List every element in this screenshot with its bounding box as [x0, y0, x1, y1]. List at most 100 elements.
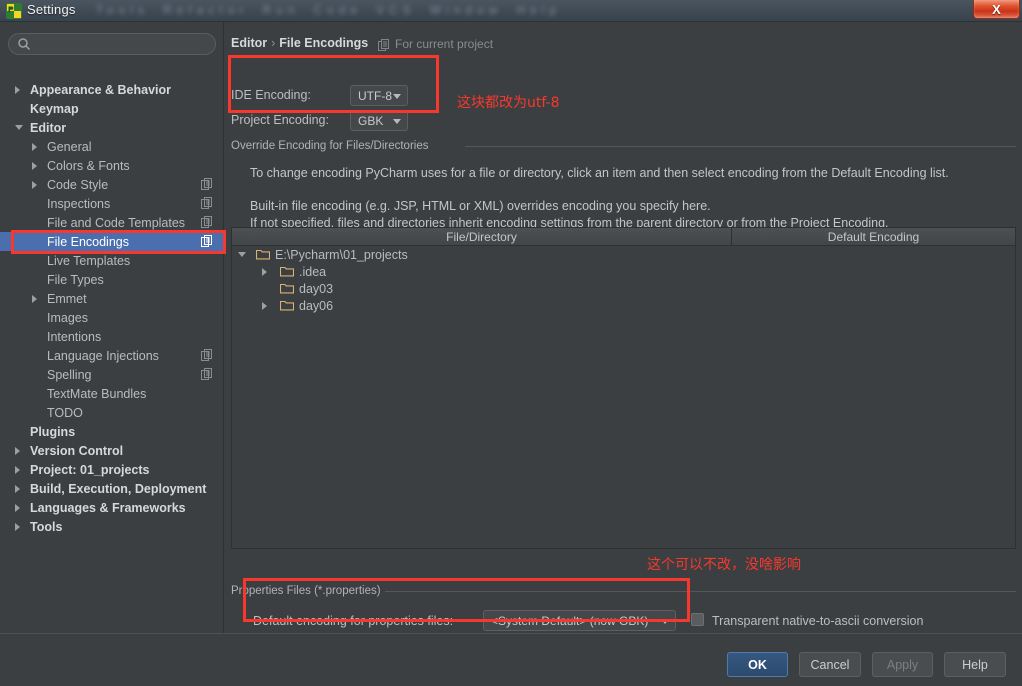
chevron-right-icon[interactable] [32, 142, 37, 151]
sidebar-item-label: Emmet [47, 291, 87, 306]
sidebar-item-label: File Encodings [47, 234, 129, 249]
project-encoding-value: GBK [358, 113, 384, 128]
sidebar-item-languages-frameworks[interactable]: Languages & Frameworks [0, 498, 224, 517]
sidebar-item-label: Code Style [47, 177, 109, 192]
sidebar-item-label: Colors & Fonts [47, 158, 130, 173]
cancel-button[interactable]: Cancel [799, 652, 861, 677]
sidebar-item-label: Inspections [47, 196, 111, 211]
ghost-menu-item: Tools [96, 3, 150, 17]
copy-settings-icon[interactable] [201, 178, 213, 190]
sidebar-item-tools[interactable]: Tools [0, 517, 224, 536]
sidebar-item-editor[interactable]: Editor [0, 118, 224, 137]
settings-dialog: Settings Tools Refactor Run Code VCS Window He… [0, 0, 1022, 686]
ghost-menu-item: Code [313, 3, 363, 17]
sidebar-item-emmet[interactable]: Emmet [0, 289, 224, 308]
sidebar-item-textmate-bundles[interactable]: TextMate Bundles [0, 384, 224, 403]
chevron-right-icon[interactable] [15, 465, 20, 474]
table-row[interactable]: day06 [232, 297, 1015, 314]
sidebar-item-language-injections[interactable]: Language Injections [0, 346, 224, 365]
sidebar-item-code-style[interactable]: Code Style [0, 175, 224, 194]
ghost-menu-item: VCS [376, 3, 416, 17]
apply-button[interactable]: Apply [872, 652, 933, 677]
copy-settings-icon[interactable] [201, 235, 213, 247]
chevron-down-icon[interactable] [15, 125, 23, 130]
sidebar-item-project-01-projects[interactable]: Project: 01_projects [0, 460, 224, 479]
sidebar-item-appearance-behavior[interactable]: Appearance & Behavior [0, 80, 224, 99]
sidebar-item-images[interactable]: Images [0, 308, 224, 327]
title-bar: Settings Tools Refactor Run Code VCS Window He… [0, 0, 1022, 22]
table-row[interactable]: .idea [232, 263, 1015, 280]
table-row[interactable]: E:\Pycharm\01_projects [232, 246, 1015, 263]
chevron-right-icon[interactable] [32, 161, 37, 170]
table-row[interactable]: day03 [232, 280, 1015, 297]
ghost-menu-item: Window [429, 3, 503, 17]
chevron-right-icon[interactable] [15, 503, 20, 512]
project-encoding-dropdown[interactable]: GBK [350, 110, 408, 131]
chevron-right-icon[interactable] [15, 522, 20, 531]
ide-encoding-label: IDE Encoding: [231, 88, 311, 102]
folder-icon [255, 248, 271, 260]
copy-settings-icon[interactable] [201, 197, 213, 209]
sidebar-item-label: Language Injections [47, 348, 159, 363]
sidebar-item-colors-fonts[interactable]: Colors & Fonts [0, 156, 224, 175]
sidebar-item-version-control[interactable]: Version Control [0, 441, 224, 460]
sidebar-item-file-encodings[interactable]: File Encodings [0, 232, 224, 251]
group-divider [385, 591, 1016, 592]
search-field[interactable] [8, 33, 216, 55]
transparent-native-to-ascii-checkbox[interactable] [691, 613, 704, 626]
project-encoding-label: Project Encoding: [231, 113, 329, 127]
sidebar-item-label: Languages & Frameworks [30, 500, 186, 515]
ok-button[interactable]: OK [727, 652, 788, 677]
chevron-right-icon[interactable] [32, 294, 37, 303]
annotation-text-properties: 这个可以不改，没啥影响 [647, 557, 801, 573]
sidebar-item-build-execution-deployment[interactable]: Build, Execution, Deployment [0, 479, 224, 498]
sidebar-item-file-and-code-templates[interactable]: File and Code Templates [0, 213, 224, 232]
breadcrumb: Editor › File Encodings [231, 36, 368, 50]
transparent-native-to-ascii-label: Transparent native-to-ascii conversion [712, 614, 924, 628]
chevron-down-icon[interactable] [238, 252, 246, 257]
sidebar-item-keymap[interactable]: Keymap [0, 99, 224, 118]
copy-settings-icon[interactable] [201, 368, 213, 380]
chevron-right-icon[interactable] [32, 180, 37, 189]
chevron-right-icon[interactable] [15, 446, 20, 455]
properties-encoding-dropdown[interactable]: <System Default> (now GBK) [483, 610, 676, 631]
ide-encoding-dropdown[interactable]: UTF-8 [350, 85, 408, 106]
sidebar-item-label: Live Templates [47, 253, 131, 268]
sidebar-item-inspections[interactable]: Inspections [0, 194, 224, 213]
ghost-menu-item: Help [516, 3, 562, 17]
background-menu-bar: Tools Refactor Run Code VCS Window Help [96, 3, 575, 17]
column-header-default-encoding[interactable]: Default Encoding [732, 228, 1015, 246]
copy-settings-icon[interactable] [201, 349, 213, 361]
override-group-title: Override Encoding for Files/Directories [231, 140, 435, 152]
sidebar-item-intentions[interactable]: Intentions [0, 327, 224, 346]
description-line-1: To change encoding PyCharm uses for a fi… [250, 166, 949, 180]
chevron-right-icon[interactable] [15, 85, 20, 94]
search-input[interactable] [36, 34, 208, 53]
sidebar-item-spelling[interactable]: Spelling [0, 365, 224, 384]
file-directory-name: .idea [299, 264, 327, 279]
chevron-right-icon[interactable] [15, 484, 20, 493]
sidebar-item-label: File Types [47, 272, 104, 287]
sidebar-item-label: Build, Execution, Deployment [30, 481, 207, 496]
help-button[interactable]: Help [944, 652, 1006, 677]
sidebar-item-plugins[interactable]: Plugins [0, 422, 224, 441]
close-button[interactable]: X [973, 0, 1020, 19]
sidebar-item-file-types[interactable]: File Types [0, 270, 224, 289]
sidebar-item-label: Images [47, 310, 88, 325]
sidebar-item-general[interactable]: General [0, 137, 224, 156]
sidebar-item-todo[interactable]: TODO [0, 403, 224, 422]
copy-settings-icon[interactable] [201, 216, 213, 228]
dialog-footer: OK Cancel Apply Help [0, 633, 1022, 686]
sidebar-item-label: Editor [30, 120, 67, 135]
chevron-right-icon[interactable] [262, 267, 267, 276]
sidebar-item-label: Version Control [30, 443, 124, 458]
column-header-file-directory[interactable]: File/Directory [232, 228, 732, 246]
project-scope-icon [378, 38, 390, 51]
window-title: Settings [27, 2, 76, 17]
breadcrumb-root[interactable]: Editor [231, 36, 267, 50]
sidebar-item-live-templates[interactable]: Live Templates [0, 251, 224, 270]
ghost-menu-item: Run [262, 3, 300, 17]
table-header: File/Directory Default Encoding [232, 228, 1015, 246]
pycharm-icon [6, 3, 22, 19]
chevron-right-icon[interactable] [262, 301, 267, 310]
